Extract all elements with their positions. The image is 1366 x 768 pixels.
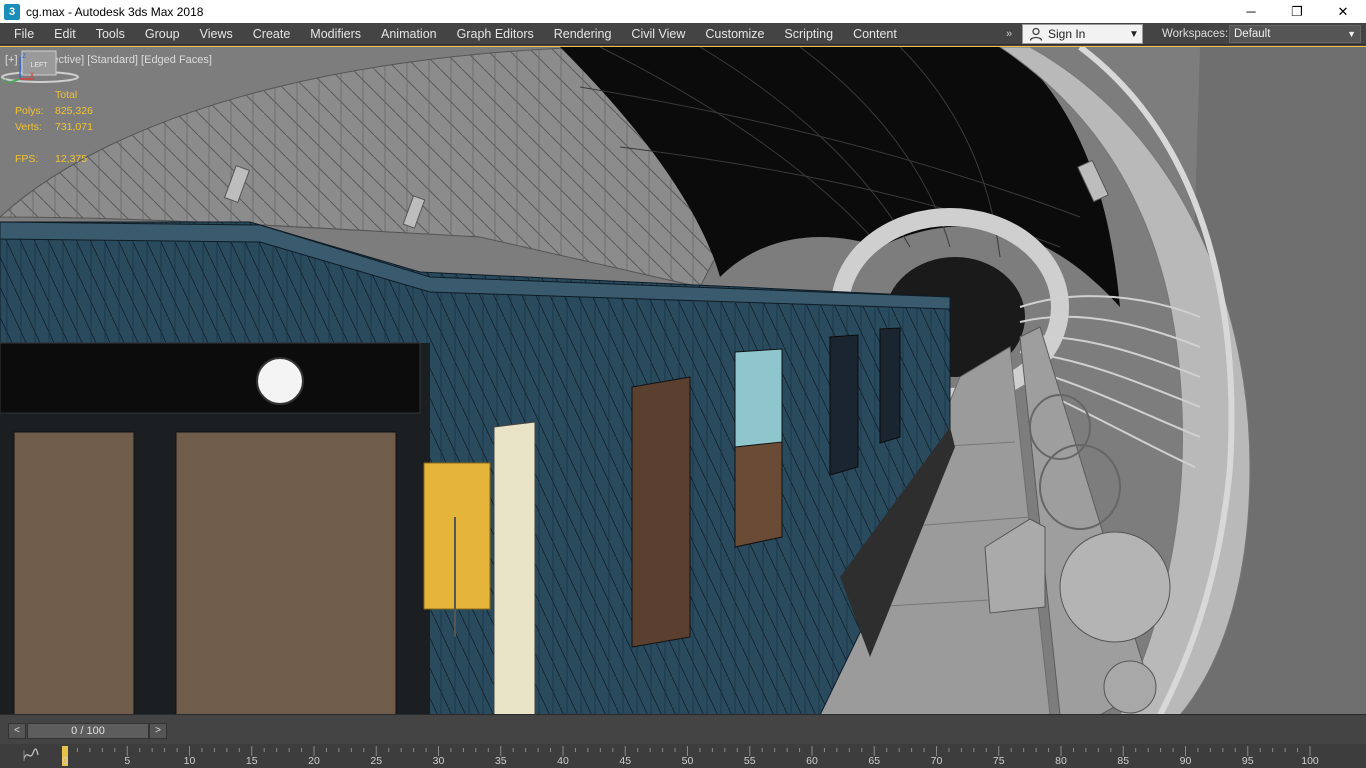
time-slider: < 0 / 100 > [0, 714, 1366, 744]
menu-create[interactable]: Create [243, 23, 301, 45]
menu-edit[interactable]: Edit [44, 23, 86, 45]
app-icon[interactable]: 3 [4, 3, 20, 20]
track-bar[interactable]: 0 5 10 15 20 25 30 35 40 45 50 55 60 65 70 75 80 85 90 95 10… [0, 744, 1366, 768]
sign-in-button[interactable]: Sign In ▼ [1022, 24, 1143, 44]
svg-text:z: z [22, 51, 26, 60]
axis-tripod-icon: z x y [2, 51, 34, 85]
frame-tick-label: 90 [1179, 755, 1192, 767]
sign-in-label: Sign In [1048, 27, 1086, 41]
frame-tick-label: 40 [557, 755, 569, 767]
menu-graph-editors[interactable]: Graph Editors [447, 23, 544, 45]
svg-text:x: x [30, 70, 34, 79]
menu-animation[interactable]: Animation [371, 23, 447, 45]
title-bar: 3 cg.max - Autodesk 3ds Max 2018 ─ ❐ ✕ [0, 0, 1366, 23]
menu-bar: File Edit Tools Group Views Create Modif… [0, 23, 1366, 45]
frame-tick-label: 100 [1301, 755, 1319, 767]
stats-fps-value: 12,375 [55, 153, 88, 165]
side-sign [423, 462, 491, 610]
menu-tools[interactable]: Tools [86, 23, 135, 45]
menu-overflow-icon[interactable]: » [1006, 23, 1020, 45]
frame-tick-label: 45 [619, 755, 632, 767]
window-title: cg.max - Autodesk 3ds Max 2018 [26, 4, 204, 19]
frame-tick-label: 10 [183, 755, 196, 767]
frame-tick-label: 70 [930, 755, 943, 767]
stats-verts-label: Verts: [15, 121, 42, 133]
frame-tick-label: 65 [868, 755, 881, 767]
svg-text:y: y [2, 76, 6, 85]
frame-tick-label: 60 [806, 755, 818, 767]
frame-tick-label: 75 [992, 755, 1005, 767]
workspaces-label: Workspaces: [1162, 28, 1229, 40]
menu-customize[interactable]: Customize [695, 23, 774, 45]
stats-fps-label: FPS: [15, 153, 39, 165]
frame-tick-label: 55 [743, 755, 756, 767]
menu-group[interactable]: Group [135, 23, 190, 45]
frame-tick-label: 5 [124, 755, 131, 767]
perspective-viewport[interactable]: [+] [Perspective] [Standard] [Edged Face… [0, 46, 1366, 714]
menu-rendering[interactable]: Rendering [544, 23, 622, 45]
menu-views[interactable]: Views [190, 23, 243, 45]
stats-verts-value: 731,071 [55, 121, 93, 133]
side-window [631, 376, 691, 648]
frame-tick-label: 25 [370, 755, 383, 767]
menu-file[interactable]: File [4, 23, 44, 45]
user-icon [1029, 27, 1043, 41]
stats-polys-value: 825,326 [55, 105, 93, 117]
stats-polys-label: Polys: [15, 105, 44, 117]
frame-tick-label: 80 [1055, 755, 1067, 767]
window-controls: ─ ❐ ✕ [1228, 0, 1366, 23]
menu-content[interactable]: Content [843, 23, 907, 45]
chevron-down-icon[interactable]: ▼ [1126, 29, 1142, 40]
time-slider-prev-button[interactable]: < [8, 723, 26, 739]
headlight [256, 357, 304, 405]
frame-tick-label: 30 [432, 755, 445, 767]
curve-editor-icon[interactable] [22, 747, 40, 763]
menu-scripting[interactable]: Scripting [774, 23, 843, 45]
workspace-value: Default [1234, 28, 1271, 40]
cab-window-right [175, 431, 397, 714]
frame-tick-label: 50 [681, 755, 694, 767]
workspace-select[interactable]: Default ▼ [1229, 25, 1361, 43]
frame-tick-label: 0 [62, 755, 68, 767]
menu-modifiers[interactable]: Modifiers [300, 23, 371, 45]
minimize-icon[interactable]: ─ [1228, 0, 1274, 23]
menu-civil-view[interactable]: Civil View [621, 23, 695, 45]
chevron-down-icon: ▼ [1347, 29, 1356, 39]
time-slider-handle[interactable]: 0 / 100 [27, 723, 149, 739]
cab-window-left [13, 431, 135, 714]
viewport-statistics: Total Polys: 825,326 Verts: 731,071 FPS:… [15, 87, 93, 167]
frame-tick-label: 15 [245, 755, 258, 767]
frame-tick-label: 85 [1117, 755, 1130, 767]
restore-icon[interactable]: ❐ [1274, 0, 1320, 23]
frame-tick-label: 35 [494, 755, 507, 767]
close-icon[interactable]: ✕ [1320, 0, 1366, 23]
frame-tick-label: 20 [308, 755, 320, 767]
train-car [0, 221, 955, 714]
frame-tick-label: 95 [1241, 755, 1254, 767]
time-slider-next-button[interactable]: > [149, 723, 167, 739]
scene-render [0, 47, 1366, 714]
